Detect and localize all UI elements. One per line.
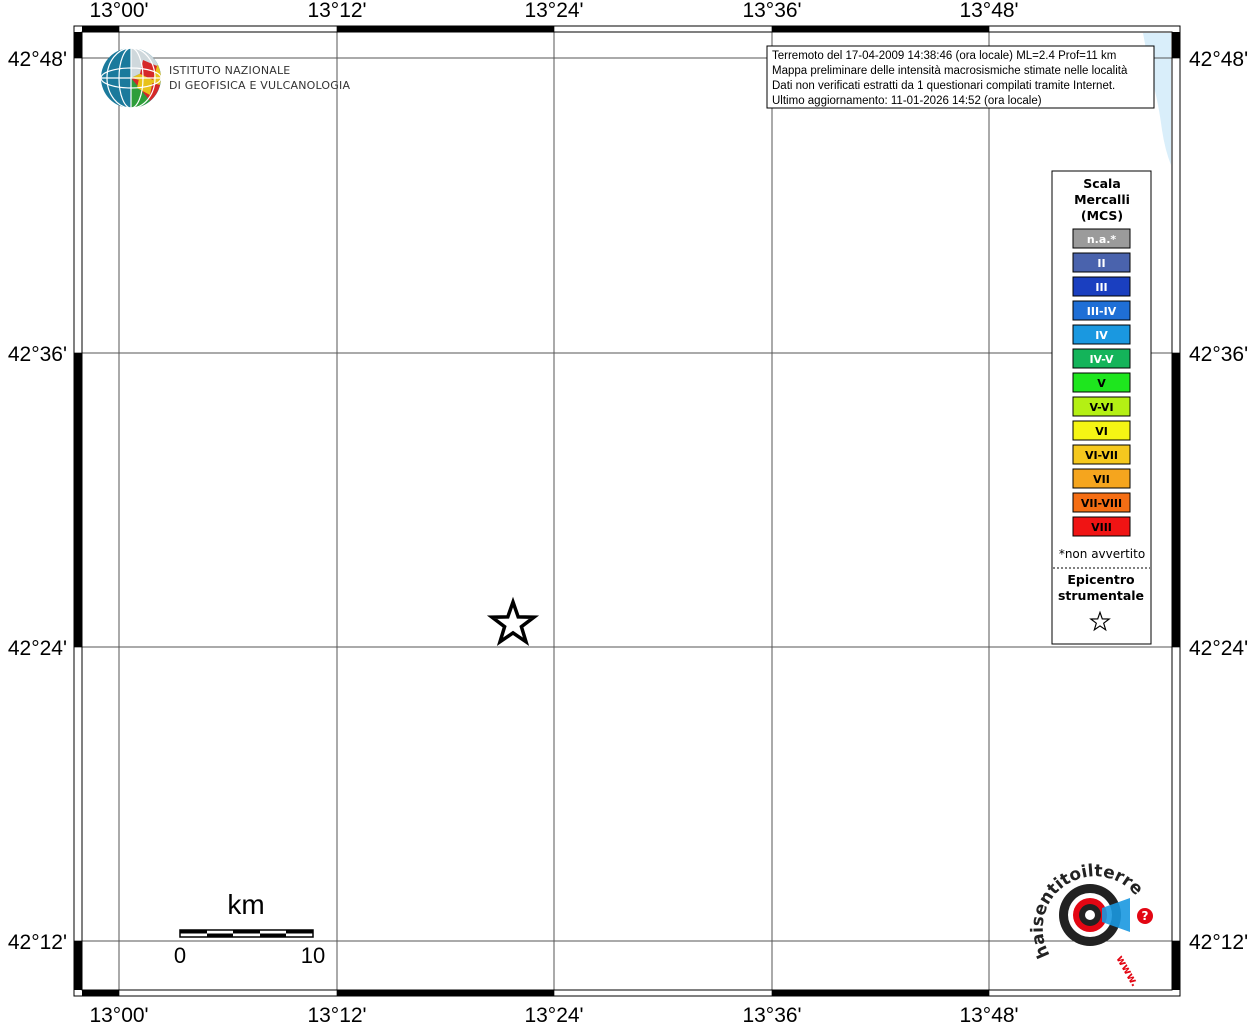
legend-epicenter-line: Epicentro: [1067, 572, 1135, 587]
legend-title-line: Mercalli: [1074, 192, 1130, 207]
lat-label-left: 42°12': [8, 931, 67, 954]
lon-label-top: 13°48': [959, 0, 1018, 22]
legend-swatch-label: V: [1097, 377, 1106, 390]
longitude-labels-top: 13°00' 13°12' 13°24' 13°36' 13°48': [89, 0, 1018, 22]
legend-title-line: (MCS): [1081, 208, 1123, 223]
lon-label-bottom: 13°36': [742, 1004, 801, 1024]
event-info-box: Terremoto del 17-04-2009 14:38:46 (ora l…: [766, 45, 1155, 109]
legend-note: *non avvertito: [1059, 547, 1145, 561]
info-line-updated: Ultimo aggiornamento: 11-01-2026 14:52 (…: [772, 95, 1042, 107]
legend-swatch-label: VIII: [1091, 521, 1112, 534]
legend-swatch-label: IV-V: [1089, 353, 1114, 366]
legend-epicenter-line: strumentale: [1058, 588, 1144, 603]
lat-label-left: 42°24': [8, 637, 67, 660]
legend-title-line: Scala: [1083, 176, 1121, 191]
lon-label-top: 13°12': [307, 0, 366, 22]
lon-label-bottom: 13°48': [959, 1004, 1018, 1024]
lat-label-right: 42°48': [1189, 48, 1248, 71]
lat-label-right: 42°24': [1189, 637, 1248, 660]
info-line-source: Dati non verificati estratti da 1 questi…: [772, 80, 1115, 92]
info-line-description: Mappa preliminare delle intensità macros…: [772, 65, 1128, 77]
legend-swatch-label: V-VI: [1089, 401, 1113, 414]
legend-swatch-label: III: [1095, 281, 1107, 294]
logo-text-line1: ISTITUTO NAZIONALE: [169, 64, 290, 77]
lat-label-left: 42°36': [8, 343, 67, 366]
legend-swatch-label: VI: [1095, 425, 1108, 438]
legend-swatch-label: VII: [1093, 473, 1110, 486]
legend-swatch-label: VI-VII: [1085, 449, 1118, 462]
lon-label-bottom: 13°00': [89, 1004, 148, 1024]
latitude-labels-left: 42°48' 42°36' 42°24' 42°12': [8, 48, 67, 954]
latitude-labels-right: 42°48' 42°36' 42°24' 42°12': [1189, 48, 1248, 954]
lon-label-top: 13°00': [89, 0, 148, 22]
lon-label-top: 13°36': [742, 0, 801, 22]
logo-text-line2: DI GEOFISICA E VULCANOLOGIA: [169, 79, 350, 92]
hst-question: ?: [1142, 909, 1149, 923]
scale-max-label: 10: [301, 943, 325, 968]
lat-label-right: 42°12': [1189, 931, 1248, 954]
lat-label-right: 42°36': [1189, 343, 1248, 366]
info-line-event: Terremoto del 17-04-2009 14:38:46 (ora l…: [772, 50, 1116, 62]
lon-label-bottom: 13°12': [307, 1004, 366, 1024]
lon-label-top: 13°24': [524, 0, 583, 22]
mcs-legend: Scala Mercalli (MCS) n.a.*IIIIIIII-IVIVI…: [1051, 170, 1152, 645]
map-area: [82, 32, 1172, 990]
globe-icon: [100, 47, 162, 109]
longitude-labels-bottom: 13°00' 13°12' 13°24' 13°36' 13°48': [89, 1004, 1018, 1024]
legend-swatch-label: n.a.*: [1087, 233, 1117, 246]
intensity-map: 13°00' 13°12' 13°24' 13°36' 13°48' 13°00…: [0, 0, 1248, 1024]
lon-label-bottom: 13°24': [524, 1004, 583, 1024]
scale-min-label: 0: [174, 943, 186, 968]
scale-unit: km: [227, 889, 264, 920]
legend-swatch-label: III-IV: [1087, 305, 1117, 318]
legend-swatch-label: IV: [1095, 329, 1108, 342]
legend-swatch-label: II: [1097, 257, 1105, 270]
legend-swatch-label: VII-VIII: [1081, 497, 1122, 510]
lat-label-left: 42°48': [8, 48, 67, 71]
